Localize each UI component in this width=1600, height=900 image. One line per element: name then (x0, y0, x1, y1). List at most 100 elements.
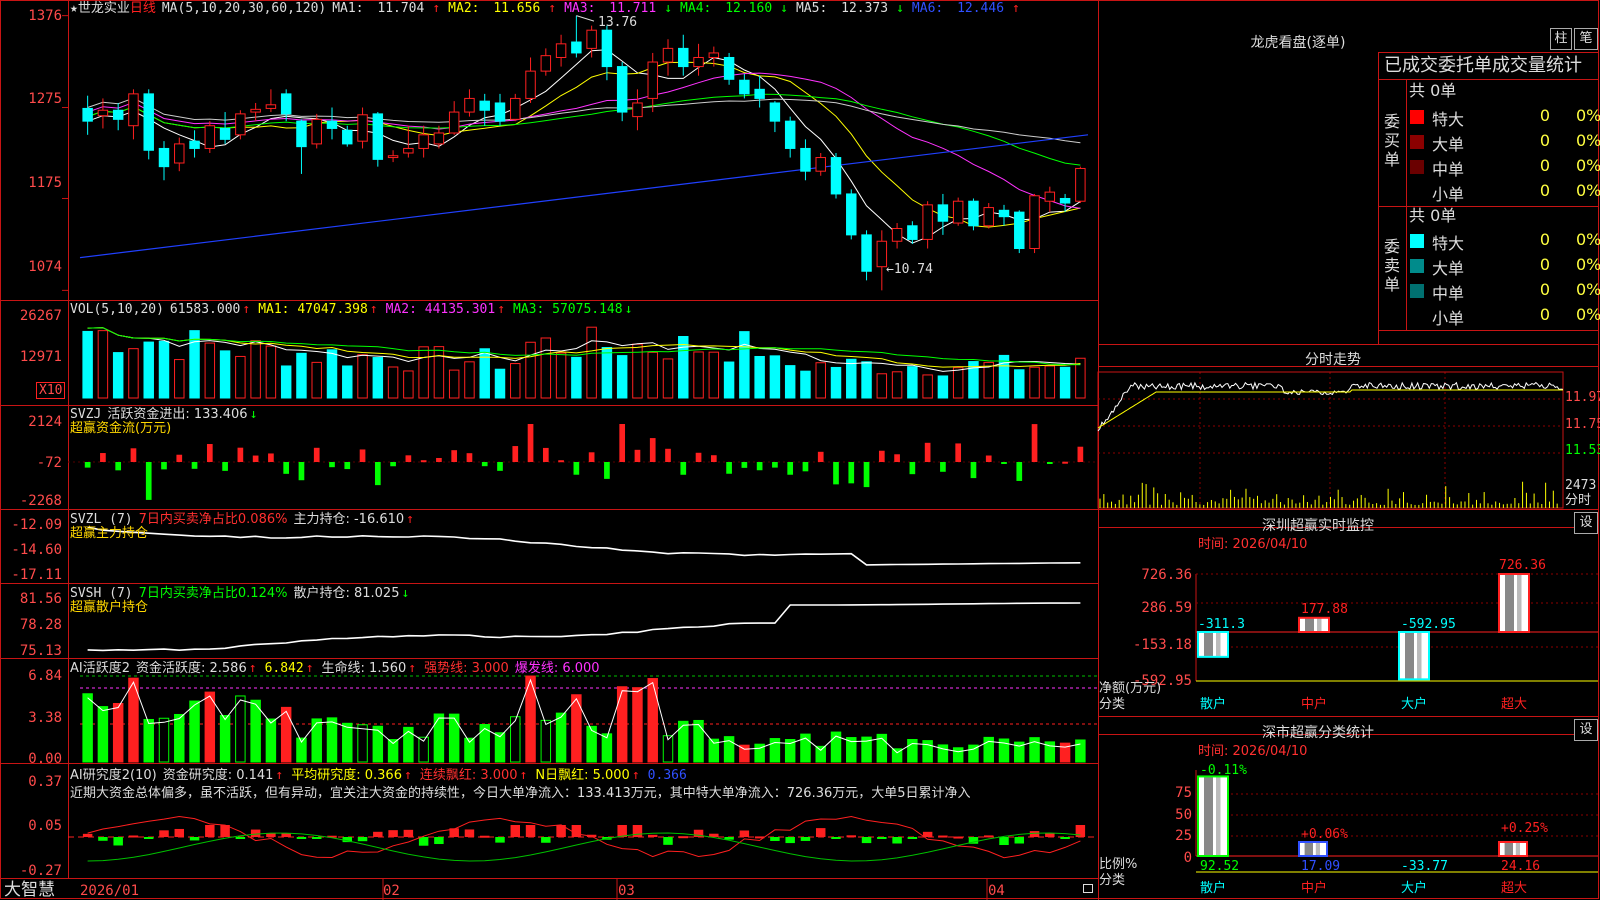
intraday-tick: 11.97 (1565, 390, 1600, 405)
flow-bar (955, 443, 962, 462)
tick-mode-button[interactable]: 笔 (1574, 28, 1598, 50)
favorite-star-icon[interactable]: ★ (70, 1, 78, 16)
candle-body (433, 132, 445, 145)
research-bar (938, 835, 948, 838)
candle (891, 223, 903, 249)
order-pct: 0% (1576, 255, 1600, 274)
candle-body (112, 109, 124, 120)
flow-bar (1077, 446, 1084, 462)
candle-body (174, 143, 185, 164)
volume-bar (907, 366, 918, 399)
order-pct: 0% (1576, 305, 1600, 324)
volume-bar (555, 352, 567, 399)
candle-body (616, 66, 628, 113)
candle-body (723, 56, 735, 80)
activity-bar (1075, 739, 1086, 763)
volume-bar (693, 351, 704, 399)
ma4-label: MA4: 12.160 (680, 1, 773, 16)
bar-mode-button[interactable]: 柱 (1550, 28, 1572, 50)
flow-bar (115, 462, 122, 471)
bar-shade (1515, 842, 1520, 856)
candle (1075, 166, 1086, 204)
flow-bar (558, 460, 564, 463)
flow-bar (1031, 424, 1038, 462)
flow-bar (145, 462, 152, 500)
research-bar (709, 833, 719, 837)
lock-icon[interactable] (1083, 884, 1093, 893)
activity-bar (433, 713, 445, 763)
activity-bar (540, 719, 552, 763)
candle-body (1044, 191, 1056, 202)
volume-bar (112, 352, 124, 399)
volume-bar (280, 365, 292, 399)
activity-bar (174, 713, 185, 763)
order-pct: 0% (1576, 106, 1600, 125)
volume-bar (311, 361, 322, 399)
chart-canvas[interactable] (0, 0, 1600, 900)
research-bar (189, 837, 200, 841)
sell-order-row: 小单 0 0% (1406, 304, 1600, 328)
candle (326, 107, 338, 140)
flow-bar (268, 453, 274, 462)
candle (861, 230, 872, 281)
bar-shade (1304, 842, 1313, 856)
candle-body (235, 113, 246, 136)
candle-body (830, 157, 842, 195)
candle (647, 52, 658, 113)
monitor-tick: 286.59 (1141, 600, 1192, 616)
candle (616, 62, 628, 122)
svsh-tick: 75.13 (19, 643, 62, 659)
flow-bar (833, 462, 839, 485)
flow-bar (802, 462, 809, 472)
candle (1044, 186, 1056, 213)
volume-bar (357, 354, 368, 399)
order-type: 大单 (1432, 259, 1465, 278)
volume-bar (326, 349, 338, 399)
volume-bar (647, 351, 658, 399)
flow-bar (1016, 462, 1023, 481)
flow-bar (206, 444, 213, 462)
research-bar (785, 837, 795, 844)
candle (983, 203, 994, 229)
candle-body (189, 140, 200, 149)
ma-line (87, 61, 1081, 228)
svzl-tick: -14.60 (11, 542, 62, 558)
candle (311, 113, 322, 149)
price-legend: ★世龙实业日线 MA(5,10,20,30,60,120) MA1: 11.704 ↑… (70, 1, 1020, 16)
ma6-label: MA6: 12.446 (911, 1, 1005, 16)
sz-classify-settings-button[interactable]: 设 (1574, 719, 1598, 741)
monitor-value-label: -592.95 (1401, 617, 1456, 632)
research-bar (373, 831, 383, 837)
price-tick: 1376 (28, 8, 62, 24)
volume-bar (265, 345, 277, 399)
research-bar (281, 833, 291, 837)
order-pct: 0% (1576, 156, 1600, 175)
flow-bar (390, 462, 396, 467)
activity-bar (403, 726, 414, 763)
classify-category: 散户 (1200, 881, 1227, 896)
candle (464, 89, 475, 117)
bar-shade (1204, 632, 1213, 657)
flow-bar (512, 446, 519, 462)
volume-bar (830, 366, 842, 399)
candle-body (128, 93, 139, 127)
volume-bar (922, 374, 933, 399)
vol-tick: 12971 (19, 349, 62, 365)
sz-monitor-settings-button[interactable]: 设 (1574, 512, 1598, 534)
svsh-legend: SVSH (7) 7日内买卖净占比0.124% 散户持仓: 81.025 ↓ (70, 586, 410, 601)
volume-bar (571, 356, 582, 399)
bar-shade (1405, 632, 1414, 680)
classify-value-label: 17.09 (1301, 859, 1341, 874)
sz-monitor-title: 深圳超赢实时监控 (1262, 518, 1374, 534)
candle-body (555, 43, 567, 58)
order-type: 小单 (1432, 309, 1465, 328)
order-type: 中单 (1432, 160, 1465, 179)
candle (800, 139, 811, 181)
intraday-vol-tick: 2473 (1565, 478, 1597, 493)
x-label: 03 (618, 883, 635, 899)
research-bar (495, 837, 505, 843)
volume-bar (846, 358, 857, 399)
monitor-bar (1197, 631, 1229, 658)
legend-swatch (1410, 135, 1424, 149)
period-label[interactable]: 日线 (130, 1, 156, 16)
